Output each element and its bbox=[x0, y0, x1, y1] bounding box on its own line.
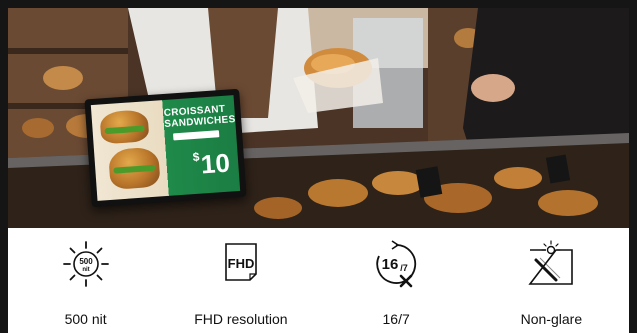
svg-text:500: 500 bbox=[79, 257, 93, 266]
svg-text:nit: nit bbox=[82, 267, 89, 273]
operating-hours-icon: 16 /7 bbox=[376, 240, 417, 288]
feature-label: FHD resolution bbox=[194, 311, 288, 327]
signage-price: $10 bbox=[192, 148, 231, 181]
feature-label: 500 nit bbox=[64, 311, 107, 327]
wrench-icon bbox=[399, 274, 413, 288]
svg-text:16: 16 bbox=[382, 256, 399, 273]
non-glare-icon bbox=[528, 240, 574, 285]
svg-text:/7: /7 bbox=[400, 263, 408, 273]
feature-operating-hours: 16 /7 16/7 bbox=[319, 228, 474, 333]
currency-symbol: $ bbox=[192, 149, 200, 165]
price-value: 10 bbox=[199, 147, 231, 180]
signage-screen: CROISSANT SANDWICHES $10 bbox=[90, 95, 241, 201]
bakery-photo: CROISSANT SANDWICHES $10 bbox=[8, 8, 629, 228]
feature-resolution: FHD FHD resolution bbox=[163, 228, 318, 333]
signage-title: CROISSANT SANDWICHES bbox=[163, 103, 236, 131]
feature-list: 500 nit 500 nit FHD FHD resolution 16 /7 bbox=[8, 228, 629, 333]
svg-text:FHD: FHD bbox=[228, 256, 255, 271]
product-banner: CROISSANT SANDWICHES $10 500 nit 500 nit… bbox=[8, 8, 629, 333]
digital-signage-display: CROISSANT SANDWICHES $10 bbox=[84, 88, 247, 208]
feature-label: Non-glare bbox=[520, 311, 583, 327]
feature-non-glare: Non-glare bbox=[474, 228, 629, 333]
brightness-500nit-icon: 500 nit bbox=[62, 241, 109, 287]
fhd-icon: FHD bbox=[225, 243, 257, 281]
feature-label: 16/7 bbox=[382, 311, 410, 327]
feature-brightness: 500 nit 500 nit bbox=[8, 228, 163, 333]
signage-subtitle-bar bbox=[173, 130, 220, 141]
